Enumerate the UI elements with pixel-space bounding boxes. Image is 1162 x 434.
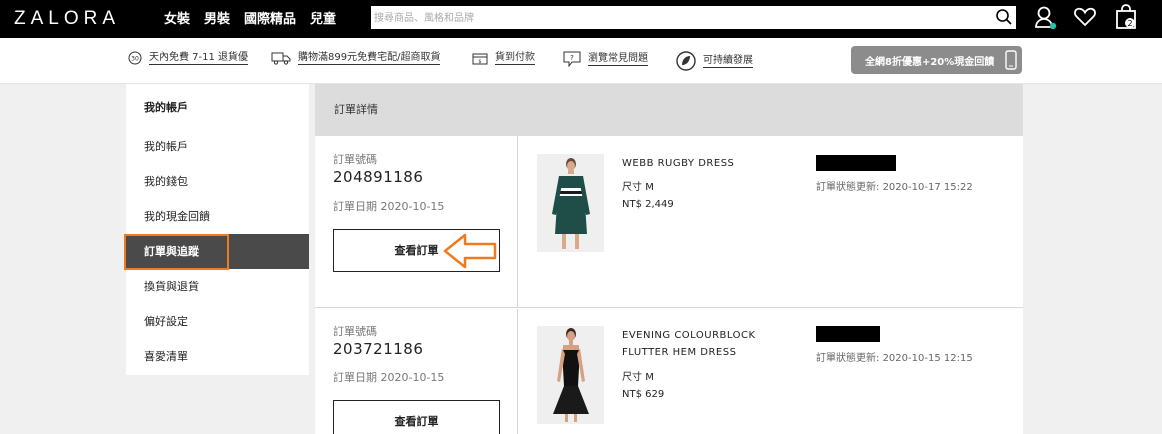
order-card: 訂單號碼 203721186 訂單日期 2020-10-15 查看訂單 EVEN… bbox=[315, 309, 1023, 434]
order-date: 訂單日期 2020-10-15 bbox=[333, 200, 445, 213]
order-date: 訂單日期 2020-10-15 bbox=[333, 371, 445, 384]
sidebar-item-cashback[interactable]: 我的現金回饋 bbox=[126, 199, 309, 234]
svg-text:$: $ bbox=[478, 59, 481, 65]
product-name[interactable]: WEBB RUGBY DRESS bbox=[622, 155, 734, 172]
nav-men[interactable]: 男裝 bbox=[204, 8, 230, 27]
product-name-line-1: EVENING COLOURBLOCK bbox=[622, 330, 756, 341]
leaf-icon bbox=[676, 51, 696, 71]
category-nav: 女裝 男裝 國際精品 兒童 bbox=[164, 8, 336, 27]
order-details-header: 訂單詳情 bbox=[315, 84, 1023, 136]
size-label: 尺寸 bbox=[622, 372, 642, 383]
size-value: M bbox=[645, 182, 654, 193]
order-number-label: 訂單號碼 bbox=[333, 153, 377, 166]
nav-kids[interactable]: 兒童 bbox=[310, 8, 336, 27]
promo-faq[interactable]: ? 瀏覽常見問題 bbox=[563, 51, 648, 67]
product-thumbnail[interactable] bbox=[537, 154, 604, 252]
order-summary: 訂單號碼 204891186 訂單日期 2020-10-15 查看訂單 bbox=[315, 136, 518, 307]
promo-bar: 30 天內免費 7-11 退貨優 購物滿899元免費宅配/超商取貨 $ 貨到付款… bbox=[0, 38, 1162, 84]
sidebar-item-preferences[interactable]: 偏好設定 bbox=[126, 304, 309, 339]
search-icon[interactable] bbox=[995, 8, 1013, 30]
zalora-logo[interactable]: ZALORA bbox=[14, 8, 120, 30]
order-number: 203721186 bbox=[333, 340, 424, 358]
top-nav: ZALORA 女裝 男裝 國際精品 兒童 2 bbox=[0, 0, 1162, 38]
wishlist-heart-icon[interactable] bbox=[1073, 5, 1097, 33]
promo-free-shipping[interactable]: 購物滿899元免費宅配/超商取貨 bbox=[271, 51, 441, 65]
order-details-panel: 訂單詳情 訂單號碼 204891186 訂單日期 2020-10-15 查看訂單 bbox=[315, 84, 1023, 434]
faq-icon: ? bbox=[563, 51, 581, 67]
product-thumbnail[interactable] bbox=[537, 326, 604, 424]
product-price: NT$ 2,449 bbox=[622, 199, 674, 210]
svg-text:30: 30 bbox=[131, 56, 139, 63]
promo-sustainability[interactable]: 可持續發展 bbox=[676, 51, 753, 71]
account-sidebar: 我的帳戶 我的帳戶 我的錢包 我的現金回饋 訂單與追蹤 換貨與退貨 偏好設定 喜… bbox=[126, 84, 309, 375]
nav-luxury[interactable]: 國際精品 bbox=[244, 8, 296, 27]
product-name-line-2: FLUTTER HEM DRESS bbox=[622, 347, 737, 358]
shopping-bag-icon[interactable]: 2 bbox=[1114, 4, 1138, 34]
cart-count: 2 bbox=[1127, 19, 1132, 28]
sidebar-item-wishlist[interactable]: 喜愛清單 bbox=[126, 339, 309, 374]
orange-arrow-annotation bbox=[443, 233, 497, 269]
product-name[interactable]: EVENING COLOURBLOCK FLUTTER HEM DRESS bbox=[622, 327, 756, 361]
status-time: 2020-10-17 15:22 bbox=[882, 182, 973, 193]
account-icon[interactable] bbox=[1034, 5, 1058, 35]
size-value: M bbox=[645, 372, 654, 383]
promo-free-return[interactable]: 30 天內免費 7-11 退貨優 bbox=[128, 51, 249, 65]
svg-text:?: ? bbox=[570, 54, 574, 62]
order-status-update: 訂單狀態更新: 2020-10-15 12:15 bbox=[816, 349, 973, 364]
size-label: 尺寸 bbox=[622, 182, 642, 193]
sidebar-title: 我的帳戶 bbox=[144, 101, 188, 114]
nav-women[interactable]: 女裝 bbox=[164, 8, 190, 27]
sidebar-item-exchange-returns[interactable]: 換貨與退貨 bbox=[126, 269, 309, 304]
product-size: 尺寸 M bbox=[622, 178, 654, 193]
view-order-button[interactable]: 查看訂單 bbox=[333, 400, 500, 434]
orange-highlight-box bbox=[124, 234, 229, 270]
order-summary: 訂單號碼 203721186 訂單日期 2020-10-15 查看訂單 bbox=[315, 309, 518, 434]
redacted-status bbox=[816, 155, 896, 171]
order-card: 訂單號碼 204891186 訂單日期 2020-10-15 查看訂單 WEBB bbox=[315, 136, 1023, 308]
return-30-icon: 30 bbox=[128, 51, 142, 65]
order-status-update: 訂單狀態更新: 2020-10-17 15:22 bbox=[816, 178, 973, 193]
status-label: 訂單狀態更新: bbox=[816, 353, 880, 364]
truck-icon bbox=[271, 52, 291, 65]
cashback-promo-button[interactable]: 全網8折優惠+20%現金回饋 bbox=[851, 46, 1022, 74]
status-time: 2020-10-15 12:15 bbox=[882, 353, 973, 364]
cash-icon: $ bbox=[472, 53, 488, 65]
order-number: 204891186 bbox=[333, 168, 424, 186]
redacted-status bbox=[816, 326, 880, 342]
product-price: NT$ 629 bbox=[622, 389, 665, 400]
status-label: 訂單狀態更新: bbox=[816, 182, 880, 193]
sidebar-item-wallet[interactable]: 我的錢包 bbox=[126, 164, 309, 199]
product-size: 尺寸 M bbox=[622, 368, 654, 383]
phone-icon bbox=[1005, 50, 1017, 73]
sidebar-item-my-account[interactable]: 我的帳戶 bbox=[126, 129, 309, 164]
search-bar bbox=[371, 6, 1016, 30]
order-number-label: 訂單號碼 bbox=[333, 325, 377, 338]
search-input[interactable] bbox=[371, 7, 981, 30]
promo-cod[interactable]: $ 貨到付款 bbox=[472, 51, 535, 65]
